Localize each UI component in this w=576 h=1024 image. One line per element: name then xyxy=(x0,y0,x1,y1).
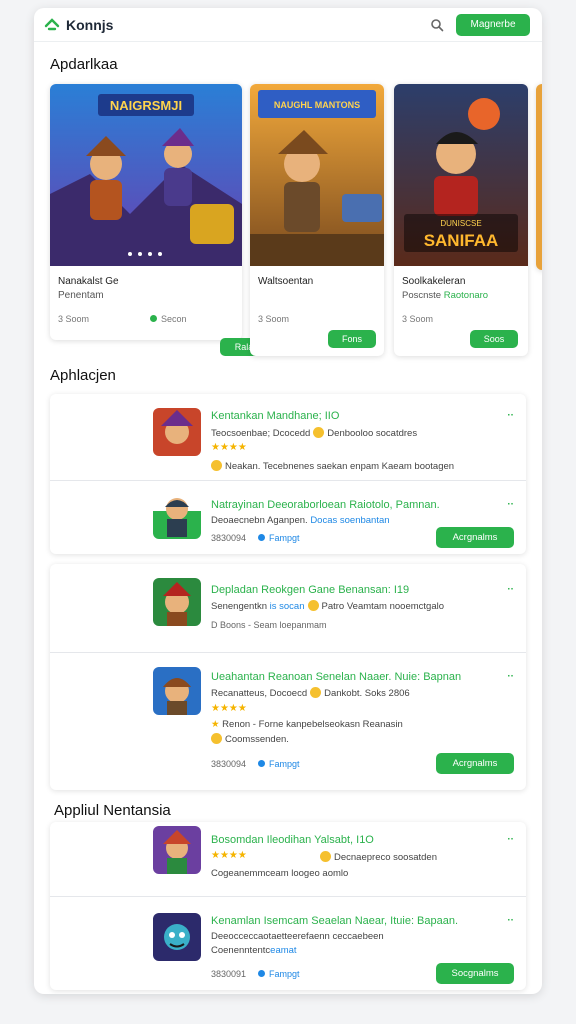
featured-section-title: Apdarlkaa xyxy=(50,56,118,73)
emoji-icon xyxy=(310,687,322,698)
list-item[interactable]: Depladan Reokgen Gane Benansan: I19 ·· S… xyxy=(50,564,526,644)
emoji-icon xyxy=(307,600,319,611)
more-options-icon[interactable]: ·· xyxy=(507,915,514,926)
game-artwork-2: NAUGHL MANTONS xyxy=(250,84,384,266)
brand-name: Konnjs xyxy=(66,16,114,33)
link-dot-icon xyxy=(258,970,266,977)
card-subtitle: Penentam xyxy=(58,290,104,301)
rating-stars: ★★★★ xyxy=(211,703,247,714)
app-action-button[interactable]: Acrgnalms xyxy=(436,753,514,774)
card-meta: 3 Soom xyxy=(402,314,434,324)
app-description: Senengentkn is socan Patro Veamtam nooemc… xyxy=(211,600,445,612)
app-list-panel: Depladan Reokgen Gane Benansan: I19 ·· S… xyxy=(50,564,526,790)
card-action-button[interactable]: Fons xyxy=(328,330,376,348)
emoji-icon xyxy=(211,460,222,471)
art-title: SANIFAA xyxy=(424,231,499,250)
art-title: NAUGHL MANTONS xyxy=(274,100,360,110)
app-description: Coomssenden. xyxy=(211,733,289,745)
card-subtitle: Poscnste Raotonaro xyxy=(402,290,489,301)
more-options-icon[interactable]: ·· xyxy=(507,671,514,682)
app-meta: 3830094 Fampgt xyxy=(211,533,300,543)
status-dot-icon xyxy=(150,315,157,322)
more-options-icon[interactable]: ·· xyxy=(507,410,514,421)
emoji-icon xyxy=(211,733,222,744)
rating-stars: ★★★★ xyxy=(211,850,247,861)
more-options-icon[interactable]: ·· xyxy=(507,834,514,845)
app-title[interactable]: Kentankan Mandhane; IIO xyxy=(211,410,339,422)
app-description: Deoaecnebn Aganpen. Docas soenbantan xyxy=(211,515,390,526)
list-item[interactable]: Kenamlan Isemcam Seaelan Naear, Ituie: B… xyxy=(50,896,526,990)
card-meta: 3 Soom xyxy=(258,314,290,324)
apps-section-title: Aphlacjen xyxy=(50,367,116,384)
apps-section-2-title: Appliul Nentansia xyxy=(54,802,171,819)
app-icon xyxy=(153,578,201,626)
link-dot-icon xyxy=(258,760,266,767)
app-description: Recanatteus, Docoecd Dankobt. Soks 2806 xyxy=(211,687,410,699)
featured-card-peek[interactable] xyxy=(536,84,542,270)
app-icon xyxy=(153,408,201,456)
app-window: Konnjs Magnerbe Apdarlkaa NAIGRSMJI Nana… xyxy=(34,8,542,994)
emoji-icon xyxy=(313,427,325,438)
list-item[interactable]: Kentankan Mandhane; IIO ·· Teocsoenbae; … xyxy=(50,394,526,480)
star-icon: ★ xyxy=(211,719,220,730)
game-artwork-3: DUNISCSE SANIFAA xyxy=(394,84,528,266)
app-title[interactable]: Natrayinan Deeoraborloean Raiotolo, Pamn… xyxy=(211,499,440,511)
app-icon xyxy=(153,667,201,715)
app-list-panel: Kentankan Mandhane; IIO ·· Teocsoenbae; … xyxy=(50,394,526,554)
app-title[interactable]: Bosomdan Ileodihan Yalsabt, I1O xyxy=(211,834,374,846)
app-description: ★ Renon - Forne kanpebelseokasn Reanasin xyxy=(211,719,403,730)
more-options-icon[interactable]: ·· xyxy=(507,499,514,510)
app-description: Coenenntentceamat xyxy=(211,945,297,956)
more-options-icon[interactable]: ·· xyxy=(507,584,514,595)
card-title: Nanakalst Ge xyxy=(58,276,119,287)
app-description: Neakan. Tecebnenes saekan enpam Kaeam bo… xyxy=(211,460,454,472)
top-bar: Konnjs Magnerbe xyxy=(34,8,542,42)
app-title[interactable]: Ueahantan Reanoan Senelan Naaer. Nuie: B… xyxy=(211,671,461,683)
app-meta: D Boons - Seam loepanmam xyxy=(211,620,327,630)
game-artwork-1: NAIGRSMJI xyxy=(50,84,242,266)
logo-icon xyxy=(44,17,60,30)
app-description: Deeocceccaotaetteerefaenn ceccaebeen xyxy=(211,931,384,942)
app-action-button[interactable]: Socgnalms xyxy=(436,963,514,984)
card-meta-secondary: Secon xyxy=(150,314,187,324)
art-title: NAIGRSMJI xyxy=(110,98,182,113)
card-title: Soolkakeleran xyxy=(402,276,466,287)
emoji-icon xyxy=(320,851,331,862)
search-icon[interactable] xyxy=(430,18,444,32)
app-action-button[interactable]: Acrgnalms xyxy=(436,527,514,548)
list-item[interactable]: Natrayinan Deeoraborloean Raiotolo, Pamn… xyxy=(50,480,526,554)
app-list-panel: Bosomdan Ileodihan Yalsabt, I1O ·· ★★★★ … xyxy=(50,822,526,990)
app-description: Cogeanemmceam loogeo aomlo xyxy=(211,868,349,879)
featured-card[interactable]: NAUGHL MANTONS Waltsoentan 3 Soom Fons xyxy=(250,84,384,356)
card-action-button[interactable]: Soos xyxy=(470,330,518,348)
featured-card[interactable]: NAIGRSMJI Nanakalst Ge Penentam 3 Soom S… xyxy=(50,84,242,340)
app-meta: 3830094 Fampgt xyxy=(211,759,300,769)
app-title[interactable]: Kenamlan Isemcam Seaelan Naear, Ituie: B… xyxy=(211,915,458,927)
featured-carousel[interactable]: NAIGRSMJI Nanakalst Ge Penentam 3 Soom S… xyxy=(50,84,542,364)
card-meta: 3 Soom xyxy=(58,314,90,324)
app-icon xyxy=(153,913,201,961)
app-title[interactable]: Depladan Reokgen Gane Benansan: I19 xyxy=(211,584,409,596)
header-cta-button[interactable]: Magnerbe xyxy=(456,13,530,36)
app-icon xyxy=(153,491,201,539)
link-dot-icon xyxy=(258,534,266,541)
rating-stars: ★★★★ xyxy=(211,442,247,453)
app-description: Decnaepreco soosatden xyxy=(320,851,437,863)
list-item[interactable]: Ueahantan Reanoan Senelan Naaer. Nuie: B… xyxy=(50,652,526,790)
featured-card[interactable]: DUNISCSE SANIFAA Soolkakeleran Poscnste … xyxy=(394,84,528,356)
art-subtitle: DUNISCSE xyxy=(440,219,481,228)
app-description: Teocsoenbae; Dcocedd Denbooloo socatdres xyxy=(211,427,418,439)
card-title: Waltsoentan xyxy=(258,276,314,287)
list-item[interactable]: Bosomdan Ileodihan Yalsabt, I1O ·· ★★★★ … xyxy=(50,822,526,890)
app-icon xyxy=(153,826,201,874)
app-meta: 3830091 Fampgt xyxy=(211,969,300,979)
